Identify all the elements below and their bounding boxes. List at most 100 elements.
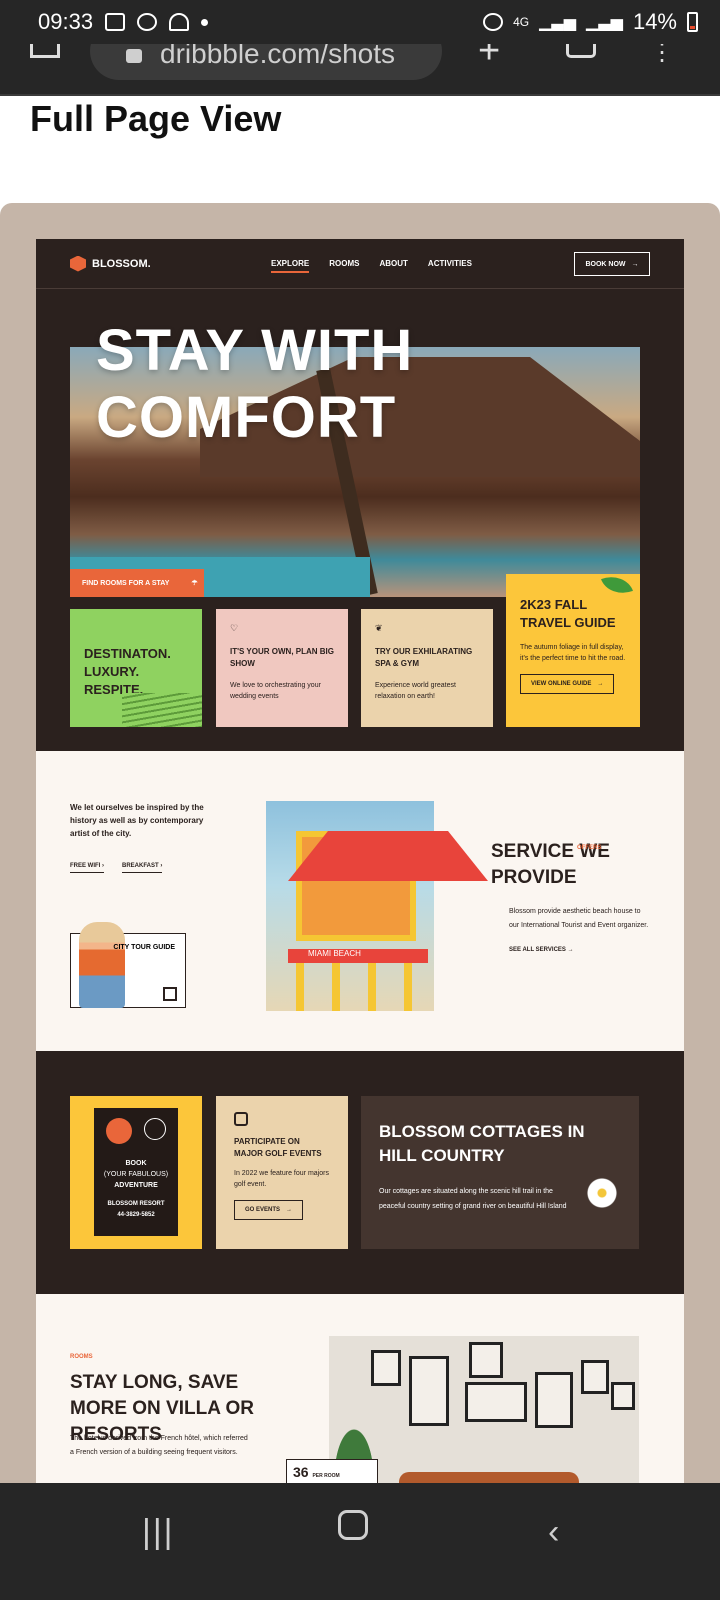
nav-rooms[interactable]: ROOMS (329, 259, 359, 273)
card-spa[interactable]: ❦ TRY OUR EXHILARATING SPA & GYM Experie… (361, 609, 493, 727)
free-wifi-label: FREE WIFI (70, 863, 101, 873)
page-title: Full Page View (30, 98, 282, 139)
sign-line-5: 44-3829-5852 (117, 1212, 155, 1218)
rooms-section: ROOMS STAY LONG, SAVE MORE ON VILLA OR R… (36, 1294, 684, 1483)
events-section: BOOK (YOUR FABULOUS) ADVENTURE BLOSSOM R… (36, 1051, 684, 1294)
lotus-icon: ❦ (375, 623, 383, 633)
recent-apps-icon[interactable]: ||| (142, 1513, 175, 1552)
menu-icon[interactable]: ⋮ (650, 44, 674, 67)
logo-text: BLOSSOM. (92, 257, 151, 270)
go-events-label: GO EVENTS (245, 1207, 281, 1213)
site-logo[interactable]: BLOSSOM. (70, 255, 151, 272)
arrow-right-icon: → (597, 681, 604, 687)
status-bar: 09:33 4G ▁▃▅ ▁▃▅ 14% (0, 0, 720, 44)
frame-2 (409, 1356, 449, 1426)
heart-icon: ♡ (230, 623, 239, 633)
network-label: 4G (513, 15, 530, 29)
view-guide-label: VIEW ONLINE GUIDE (531, 681, 592, 687)
booking-sign: BOOK (YOUR FABULOUS) ADVENTURE BLOSSOM R… (94, 1108, 178, 1236)
flower-icon (585, 1176, 619, 1210)
site-nav: BLOSSOM. EXPLORE ROOMS ABOUT ACTIVITIES … (36, 239, 684, 289)
wedding-title: IT'S YOUR OWN, PLAN BIG SHOW (230, 647, 334, 668)
sign-line-1: BOOK (125, 1160, 147, 1167)
go-events-button[interactable]: GO EVENTS → (234, 1200, 304, 1220)
nav-explore[interactable]: EXPLORE (271, 259, 310, 273)
wave-pattern (122, 693, 202, 727)
sign-line-4: BLOSSOM RESORT (107, 1201, 165, 1207)
link-free-wifi[interactable]: FREE WIFI › (70, 863, 105, 873)
spa-title: TRY OUR EXHILARATING SPA & GYM (375, 647, 473, 668)
arrow-right-icon: → (286, 1207, 293, 1213)
home-button-icon[interactable] (338, 1510, 368, 1540)
lock-icon (126, 49, 142, 63)
gallery-icon (105, 13, 126, 31)
browser-toolbar: dribbble.com/shots + ⋮ (0, 44, 720, 96)
home-icon[interactable] (30, 44, 60, 58)
clock: 09:33 (38, 9, 94, 34)
see-all-services-link[interactable]: SEE ALL SERVICES → (491, 947, 651, 953)
offers-tag: OFFERS (577, 845, 602, 851)
frame-1 (371, 1350, 401, 1386)
service-section: We let ourselves be inspired by the hist… (36, 751, 684, 1051)
preview-frame: BLOSSOM. EXPLORE ROOMS ABOUT ACTIVITIES … (0, 203, 720, 1483)
back-icon[interactable]: ‹ (548, 1513, 559, 1552)
url-bar[interactable]: dribbble.com/shots (90, 44, 442, 80)
battery-label: 14% (632, 9, 677, 34)
sign-line-2: (YOUR FABULOUS) (103, 1171, 169, 1178)
intro-text: We let ourselves be inspired by the hist… (70, 803, 204, 838)
breakfast-label: BREAKFAST (122, 863, 159, 873)
logo-icon (70, 255, 86, 272)
nav-activities[interactable]: ACTIVITIES (428, 259, 472, 273)
website-mockup: BLOSSOM. EXPLORE ROOMS ABOUT ACTIVITIES … (36, 239, 684, 1483)
card-travel-guide: 2K23 FALL TRAVEL GUIDE The autumn foliag… (506, 570, 640, 727)
see-all-label: SEE ALL SERVICES (509, 947, 566, 953)
city-tour-card[interactable]: CITY TOUR GUIDE (70, 922, 186, 1008)
golf-title: PARTICIPATE ON MAJOR GOLF EVENTS (234, 1137, 322, 1158)
stay-text: The hotel is derived from the French hôt… (70, 1435, 248, 1456)
cottages-title: BLOSSOM COTTAGES IN HILL COUNTRY (379, 1122, 585, 1165)
signal-icon-2: ▁▃▅ (586, 14, 623, 31)
card-wedding[interactable]: ♡ IT'S YOUR OWN, PLAN BIG SHOW We love t… (216, 609, 348, 727)
hero-title: STAY WITH COMFORT (96, 318, 414, 450)
arrow-right-icon: → (567, 947, 574, 953)
golf-icon (234, 1112, 248, 1126)
frame-4 (465, 1382, 527, 1422)
umbrella-icon: ☂ (191, 580, 198, 587)
tabs-icon[interactable] (566, 44, 596, 58)
price-value: 36 (293, 1464, 309, 1480)
sign-line-3: ADVENTURE (114, 1182, 158, 1189)
spa-text: Experience world greatest relaxation on … (375, 682, 456, 700)
arrow-right-icon: → (631, 260, 639, 268)
city-tour-label: CITY TOUR GUIDE (113, 944, 175, 951)
tower-hut (288, 831, 488, 941)
lifeguard-tower-photo: MIAMI BEACH (266, 801, 488, 1011)
battery-icon (687, 12, 698, 32)
sync-icon (137, 13, 158, 31)
frame-3 (469, 1342, 503, 1378)
frame-7 (611, 1382, 635, 1410)
card-destination: DESTINATON. LUXURY. RESPITE. (70, 609, 202, 727)
book-now-button[interactable]: BOOK NOW → (574, 252, 650, 276)
link-breakfast[interactable]: BREAKFAST › (122, 863, 163, 873)
weather-icon (169, 13, 190, 31)
travel-guide-title: 2K23 FALL TRAVEL GUIDE (520, 597, 616, 630)
cottages-card: BLOSSOM COTTAGES IN HILL COUNTRY Our cot… (361, 1096, 639, 1249)
url-text: dribbble.com/shots (160, 44, 396, 69)
nav-about[interactable]: ABOUT (379, 259, 407, 273)
notification-dot-icon (201, 18, 209, 26)
frame-5 (535, 1372, 573, 1428)
view-guide-button[interactable]: VIEW ONLINE GUIDE → (520, 674, 615, 694)
blossom-icon (163, 987, 177, 1001)
frame-6 (581, 1360, 609, 1394)
booking-sign-card: BOOK (YOUR FABULOUS) ADVENTURE BLOSSOM R… (70, 1096, 202, 1249)
find-rooms-label: FIND ROOMS FOR A STAY (82, 579, 170, 587)
price-unit: PER ROOM (312, 1473, 340, 1479)
new-tab-icon[interactable]: + (478, 44, 500, 73)
find-rooms-button[interactable]: FIND ROOMS FOR A STAY ☂ (70, 569, 204, 597)
service-text: Blossom provide aesthetic beach house to… (509, 908, 649, 929)
tourist-photo (79, 922, 125, 1008)
badge-icon (144, 1118, 166, 1140)
golf-card: PARTICIPATE ON MAJOR GOLF EVENTS In 2022… (216, 1096, 348, 1249)
rooms-label: ROOMS (70, 1354, 93, 1360)
smiley-icon (106, 1118, 132, 1144)
